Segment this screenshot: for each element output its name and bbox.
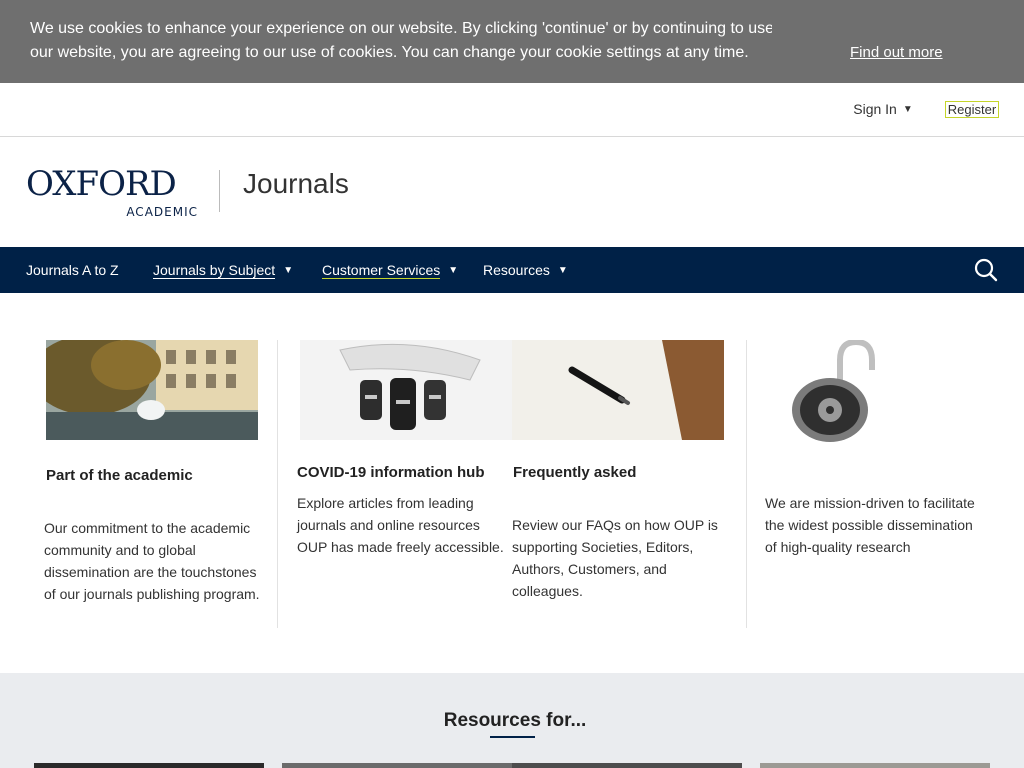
search-button[interactable] [962,251,1010,289]
caret-down-icon: ▼ [283,264,294,276]
resource-thumbnail[interactable] [512,763,742,768]
nav-resources[interactable]: Resources ▼ [483,247,568,293]
nav-journals-by-subject[interactable]: Journals by Subject ▼ [153,247,293,293]
card-description: Our commitment to the academic community… [44,520,260,602]
resource-thumbnail[interactable] [760,763,990,768]
search-icon [974,258,998,282]
campus-photo [46,340,258,440]
card-description: Explore articles from leading journals a… [297,495,504,555]
caret-down-icon: ▼ [557,264,568,276]
sign-in-label: Sign In [853,101,897,117]
logo-wordmark: OXFORD [26,164,177,204]
logo-subtitle: ACADEMIC [126,205,198,219]
campus-fountain-image[interactable] [46,340,258,440]
nav-journals-a-to-z[interactable]: Journals A to Z [26,247,119,293]
register-label: Register [944,100,1000,118]
card-heading: Frequently asked [513,464,637,481]
microscope-photo [300,340,512,440]
nav-customer-services[interactable]: Customer Services ▼ [322,247,458,293]
resource-thumbnail[interactable] [282,763,512,768]
nav-item-label: Journals by Subject [153,261,276,279]
nav-item-label: Journals A to Z [26,262,119,278]
heading-underline [490,736,535,738]
caret-down-icon: ▼ [448,264,459,276]
card-heading: Part of the academic [46,467,193,484]
padlock-photo [762,340,980,448]
card-description: We are mission-driven to facilitate the … [765,495,975,555]
register-button[interactable]: Register [932,93,1012,125]
card-divider [746,340,747,628]
card-description: Review our FAQs on how OUP is supporting… [512,517,718,599]
nav-item-label: Customer Services [322,261,441,279]
cookie-message-line-2: our website, you are agreeing to our use… [30,44,749,61]
find-out-more-link[interactable]: Find out more [850,44,943,61]
brand-divider [219,170,220,212]
nav-item-label: Resources [483,262,550,278]
pen-photo [512,340,724,440]
resource-thumbnail[interactable] [34,763,264,768]
cookie-message: We use cookies to enhance your experienc… [30,17,772,65]
card-heading: COVID-19 information hub [297,464,485,481]
resources-heading: Resources for... [443,710,587,731]
oxford-academic-logo[interactable]: OXFORD ACADEMIC [26,167,198,219]
card-divider [277,340,278,628]
pen-and-paper-image[interactable] [512,340,724,440]
site-section-title: Journals [243,168,349,199]
caret-down-icon: ▼ [902,103,913,115]
microscope-image[interactable] [300,340,512,440]
padlock-image[interactable] [762,340,980,448]
cookie-message-line-1: We use cookies to enhance your experienc… [30,20,772,37]
sign-in-button[interactable]: Sign In ▼ [841,93,925,125]
